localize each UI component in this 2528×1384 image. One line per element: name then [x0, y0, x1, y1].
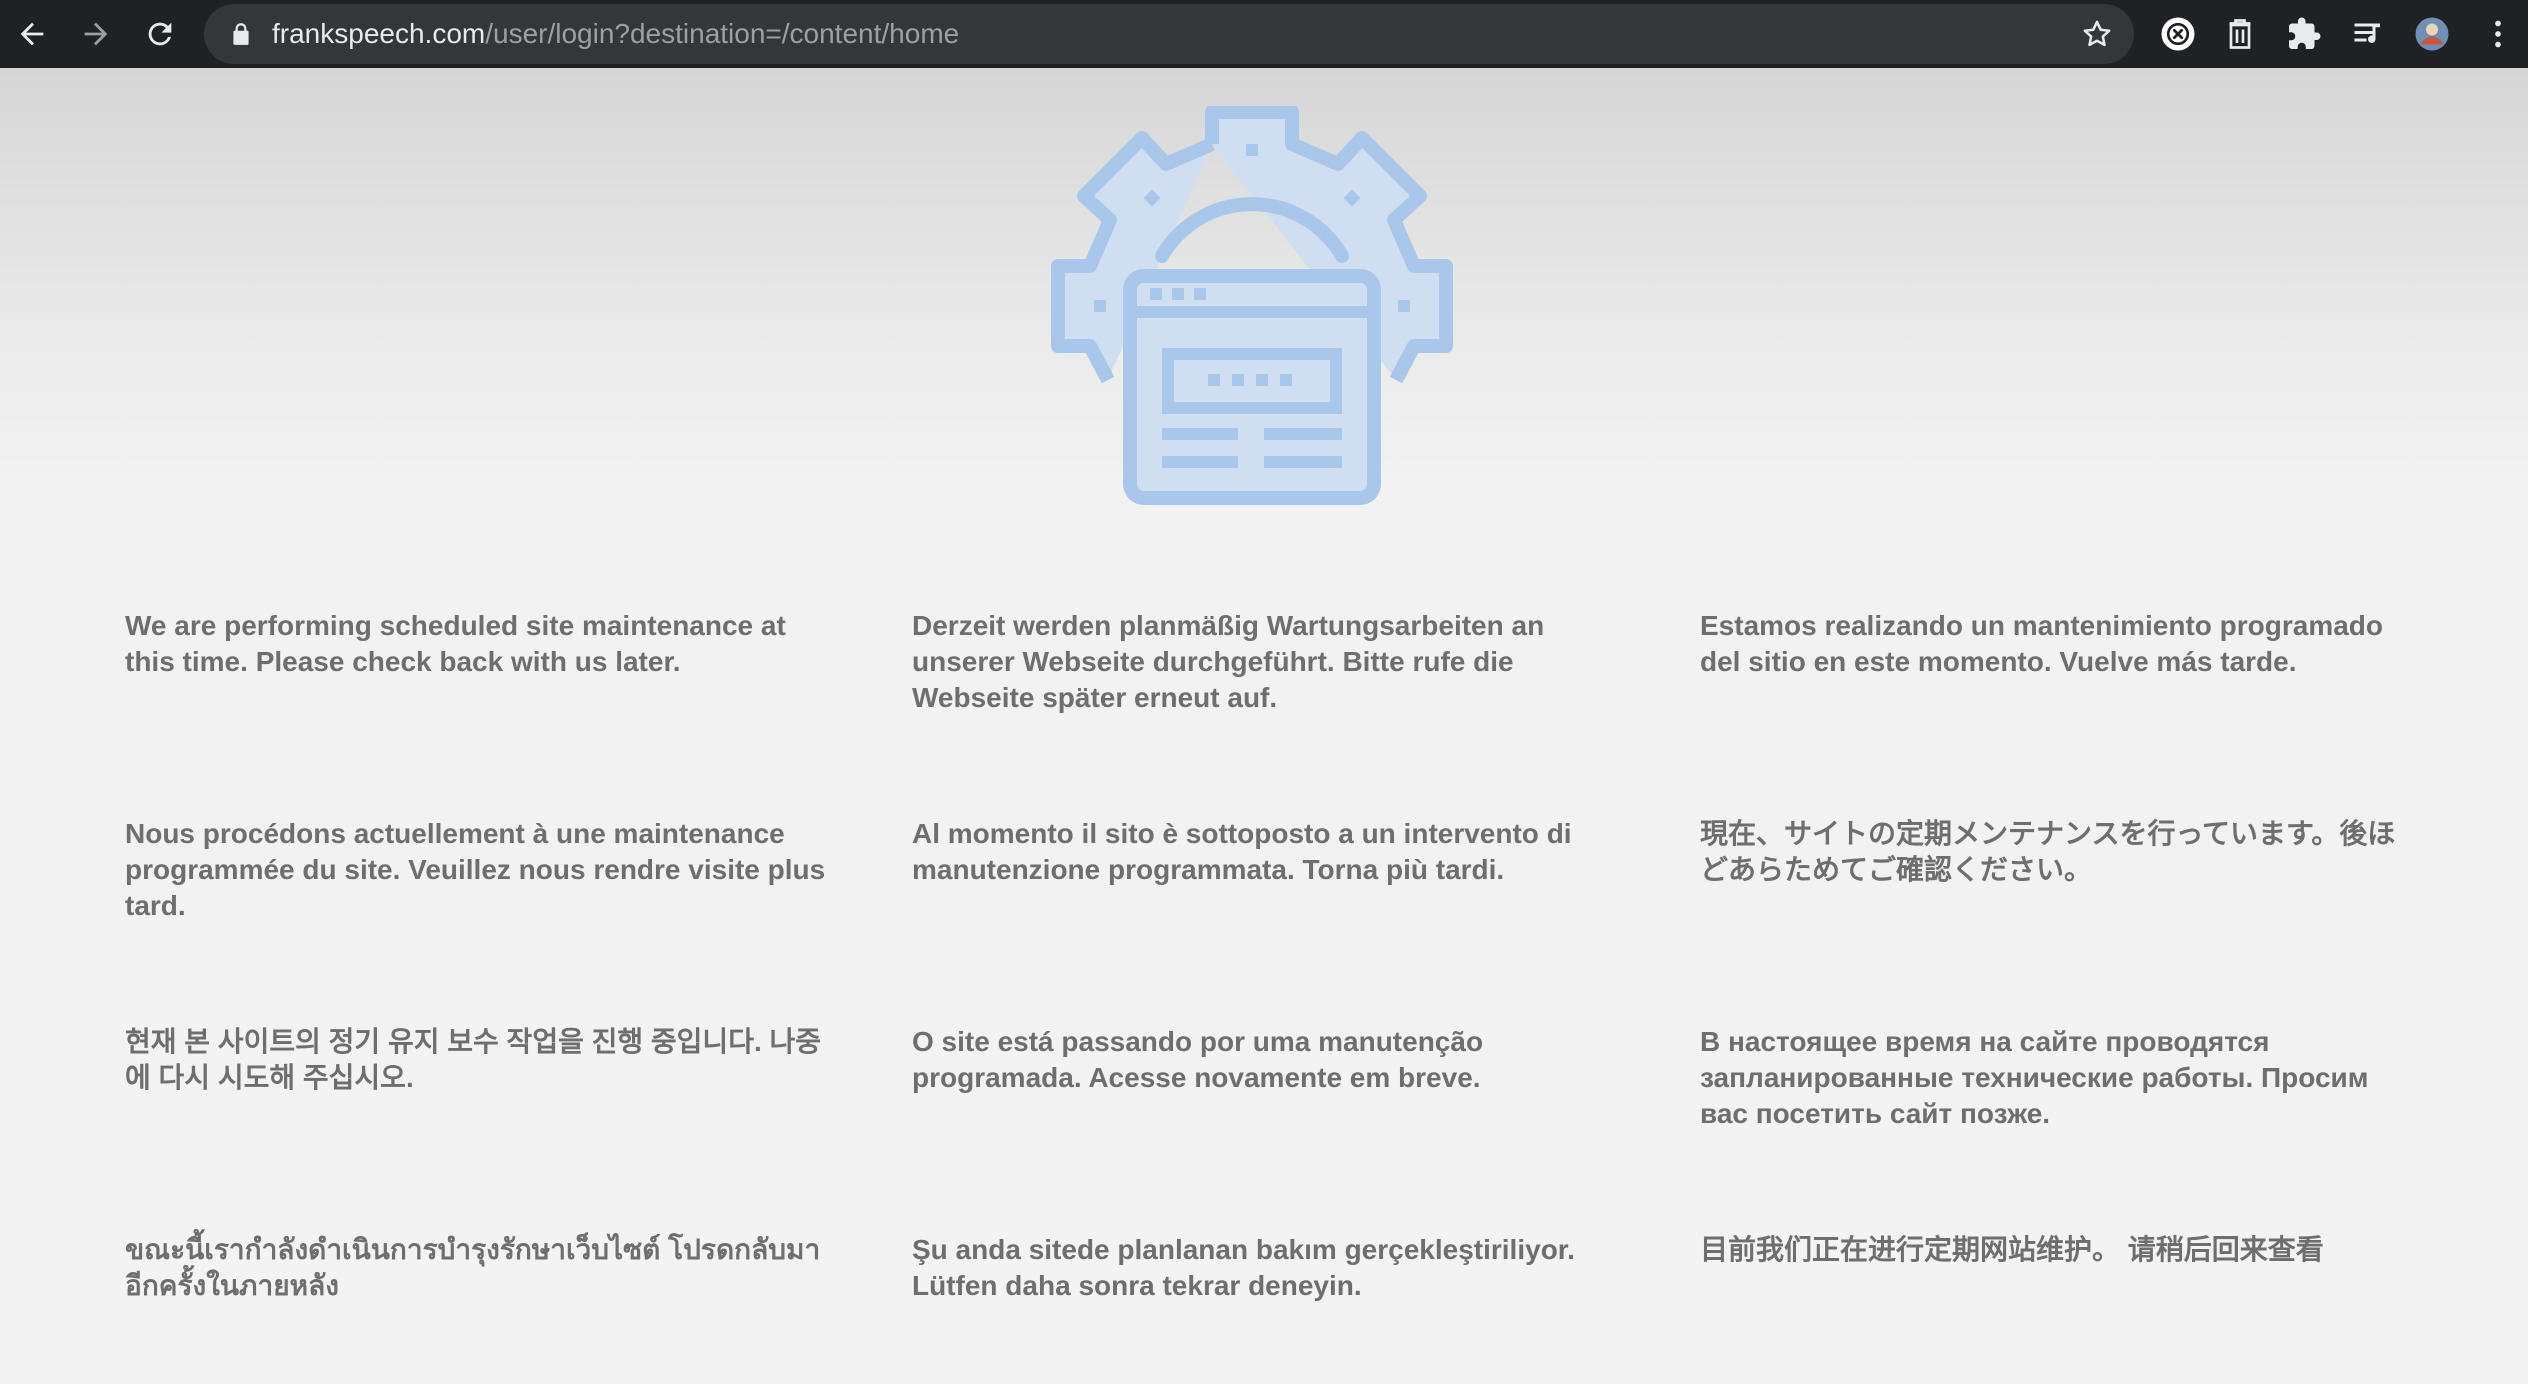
message-de: Derzeit werden planmäßig Wartungsarbeite… [912, 610, 1545, 713]
kebab-menu-icon [2495, 20, 2501, 48]
reload-button[interactable] [136, 10, 184, 58]
avatar-icon [2415, 17, 2449, 51]
back-button[interactable] [8, 10, 56, 58]
queue-music-icon [2354, 23, 2380, 43]
message-en: We are performing scheduled site mainten… [125, 610, 786, 677]
message-th: ขณะนี้เรากำลังดำเนินการบำรุงรักษาเว็บไซต… [125, 1234, 821, 1301]
message-es: Estamos realizando un mantenimiento prog… [1700, 610, 2384, 677]
message-zh: 目前我们正在进行定期网站维护。 请稍后回来查看 [1700, 1234, 2324, 1265]
browser-toolbar: frankspeech.com/user/login?destination=/… [0, 0, 2528, 68]
media-controls-button[interactable] [2344, 10, 2392, 58]
browser-menu-button[interactable] [2474, 10, 2522, 58]
message-fr: Nous procédons actuellement à une mainte… [125, 818, 826, 921]
profile-avatar-button[interactable] [2408, 10, 2456, 58]
message-tr: Şu anda sitede planlanan bakım gerçekleş… [912, 1234, 1575, 1301]
bookmark-star-icon[interactable] [2080, 17, 2114, 51]
message-ru: В настоящее время на сайте проводятся за… [1700, 1026, 2369, 1129]
forward-button[interactable] [72, 10, 120, 58]
address-bar[interactable]: frankspeech.com/user/login?destination=/… [204, 4, 2134, 64]
extension-trash-button[interactable] [2216, 10, 2264, 58]
extensions-button[interactable] [2280, 10, 2328, 58]
puzzle-icon [2289, 17, 2321, 49]
maintenance-gear-icon [1051, 106, 1453, 505]
circle-x-icon [2161, 17, 2195, 51]
trash-icon [2229, 19, 2251, 49]
arrow-left-icon [20, 22, 44, 46]
reload-icon [148, 22, 172, 46]
extension-blocker-button[interactable] [2154, 10, 2202, 58]
lock-icon [233, 23, 249, 45]
url-host: frankspeech.com [272, 18, 486, 49]
message-pt: O site está passando por uma manutenção … [912, 1026, 1484, 1093]
message-ja: 現在、サイトの定期メンテナンスを行っています。後ほどあらためてご確認ください。 [1700, 818, 2396, 885]
message-it: Al momento il sito è sottoposto a un int… [912, 818, 1572, 885]
url-text[interactable]: frankspeech.com/user/login?destination=/… [272, 4, 959, 64]
url-path: /user/login?destination=/content/home [485, 18, 960, 49]
maintenance-page: We are performing scheduled site mainten… [0, 68, 2528, 1384]
message-ko: 현재 본 사이트의 정기 유지 보수 작업을 진행 중입니다. 나중에 다시 시… [125, 1026, 822, 1093]
arrow-right-icon [84, 22, 108, 46]
